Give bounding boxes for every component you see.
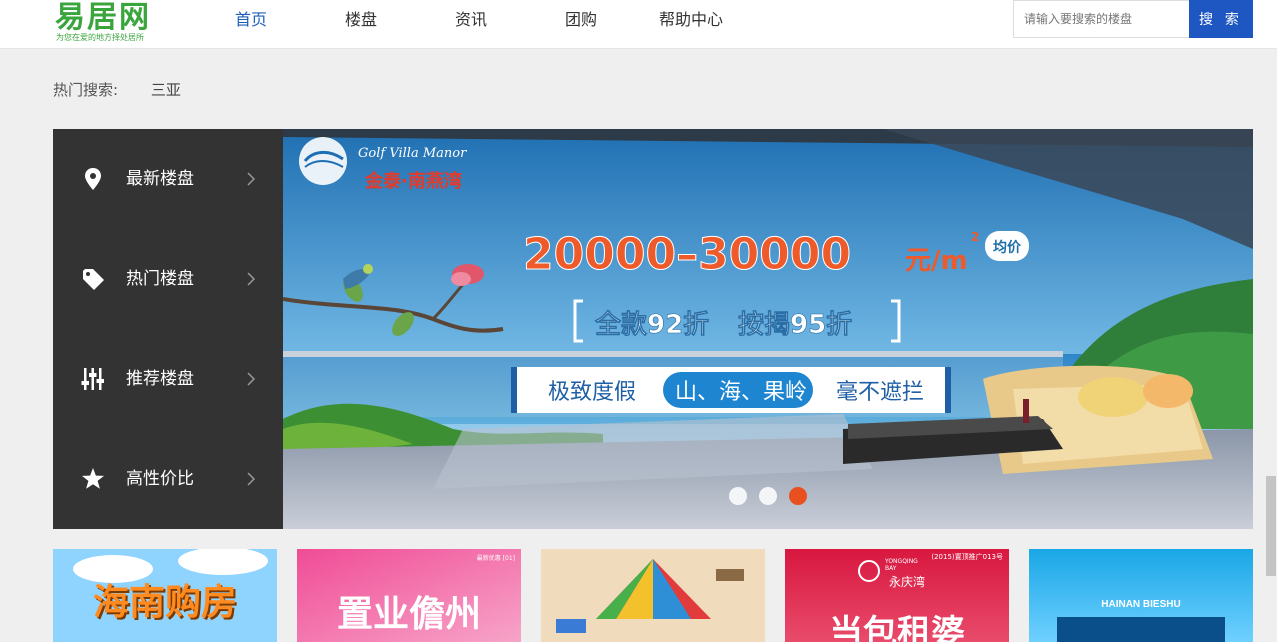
sidebar-item-recommended[interactable]: 推荐楼盘 [53, 329, 283, 429]
slogan-right: 毫不遮拦 [836, 380, 924, 405]
carousel-dot-active[interactable] [789, 487, 807, 505]
promo-card-title: 当包租婆 [829, 613, 965, 642]
nav-group-buy[interactable]: 团购 [526, 0, 636, 40]
chevron-right-icon [247, 172, 256, 186]
price-unit: 元/m [905, 246, 968, 276]
banner-image: Golf Villa Manor 金泰·南燕湾 20000–30000 元/m … [283, 129, 1253, 529]
sidebar-item-label: 最新楼盘 [126, 169, 194, 189]
hot-search: 热门搜索: 三亚 [53, 78, 181, 102]
carousel-dot[interactable] [759, 487, 777, 505]
discount-mortgage: 按揭95折 [738, 309, 852, 340]
site-logo[interactable]: 易居网 为您在爱的地方择处居所 [55, 0, 165, 44]
promo-card-title: 海南购房 [92, 581, 237, 623]
nav-news[interactable]: 资讯 [416, 0, 526, 40]
star-icon [82, 468, 104, 489]
price-unit-sup: 2 [971, 230, 979, 244]
promo-card-5[interactable]: HAINAN BIESHU [1029, 549, 1253, 642]
search-input[interactable] [1013, 0, 1189, 38]
nav-properties[interactable]: 楼盘 [306, 0, 416, 40]
page-scrollbar-thumb[interactable] [1266, 476, 1276, 576]
sidebar-item-label: 高性价比 [126, 469, 194, 489]
main-nav: 首页 楼盘 资讯 团购 帮助中心 [196, 0, 746, 40]
hot-search-link[interactable]: 三亚 [151, 78, 181, 102]
chevron-right-icon [247, 372, 256, 386]
promo-card-title: HAINAN BIESHU [1101, 599, 1181, 610]
promo-card-4[interactable]: (2015)置顶推广013号 YONGQING BAY 永庆湾 当包租婆 [785, 549, 1009, 642]
chevron-right-icon [247, 472, 256, 486]
top-header: 易居网 为您在爱的地方择处居所 首页 楼盘 资讯 团购 帮助中心 搜 索 [0, 0, 1277, 49]
promo-card-logo-cn: 永庆湾 [889, 575, 926, 589]
promo-card-note: 最新优惠 [01] [476, 555, 515, 562]
tag-icon [83, 269, 104, 290]
discount-full: 全款92折 [594, 309, 709, 340]
sidebar-item-label: 热门楼盘 [126, 269, 194, 289]
promo-card-logo-en: YONGQING BAY [885, 558, 918, 572]
logo-text: 易居网 [55, 0, 151, 35]
promo-card-image [1029, 549, 1253, 642]
price-badge: 均价 [993, 239, 1022, 256]
hero-banner[interactable]: Golf Villa Manor 金泰·南燕湾 20000–30000 元/m … [283, 129, 1253, 529]
price-range: 20000–30000 [523, 229, 851, 280]
brand-name: 金泰·南燕湾 [364, 170, 462, 192]
slogan-left: 极致度假 [548, 380, 636, 405]
logo-tagline: 为您在爱的地方择处居所 [56, 33, 144, 42]
promo-card-3[interactable] [541, 549, 765, 642]
sliders-icon [81, 368, 104, 390]
search-bar: 搜 索 [1013, 0, 1253, 38]
map-pin-icon [85, 168, 101, 190]
sidebar-item-hot[interactable]: 热门楼盘 [53, 229, 283, 329]
promo-card-1[interactable]: 海南购房 [53, 549, 277, 642]
nav-help-center[interactable]: 帮助中心 [636, 0, 746, 40]
category-sidebar: 最新楼盘 热门楼盘 推荐楼盘 高性价比 [53, 129, 283, 529]
promo-card-note: (2015)置顶推广013号 [931, 553, 1003, 561]
sidebar-item-label: 推荐楼盘 [126, 369, 194, 389]
slogan-mid: 山、海、果岭 [675, 380, 807, 405]
hot-search-label: 热门搜索: [53, 81, 119, 99]
promo-card-2[interactable]: 最新优惠 [01] 置业儋州 [297, 549, 521, 642]
promo-card-image [541, 549, 765, 642]
sidebar-item-value[interactable]: 高性价比 [53, 429, 283, 529]
nav-home[interactable]: 首页 [196, 0, 306, 40]
search-button[interactable]: 搜 索 [1189, 0, 1253, 38]
chevron-right-icon [247, 272, 256, 286]
sidebar-item-newest[interactable]: 最新楼盘 [53, 129, 283, 229]
promo-card-title: 置业儋州 [336, 593, 481, 635]
carousel-dot[interactable] [729, 487, 747, 505]
brand-script: Golf Villa Manor [358, 146, 467, 161]
